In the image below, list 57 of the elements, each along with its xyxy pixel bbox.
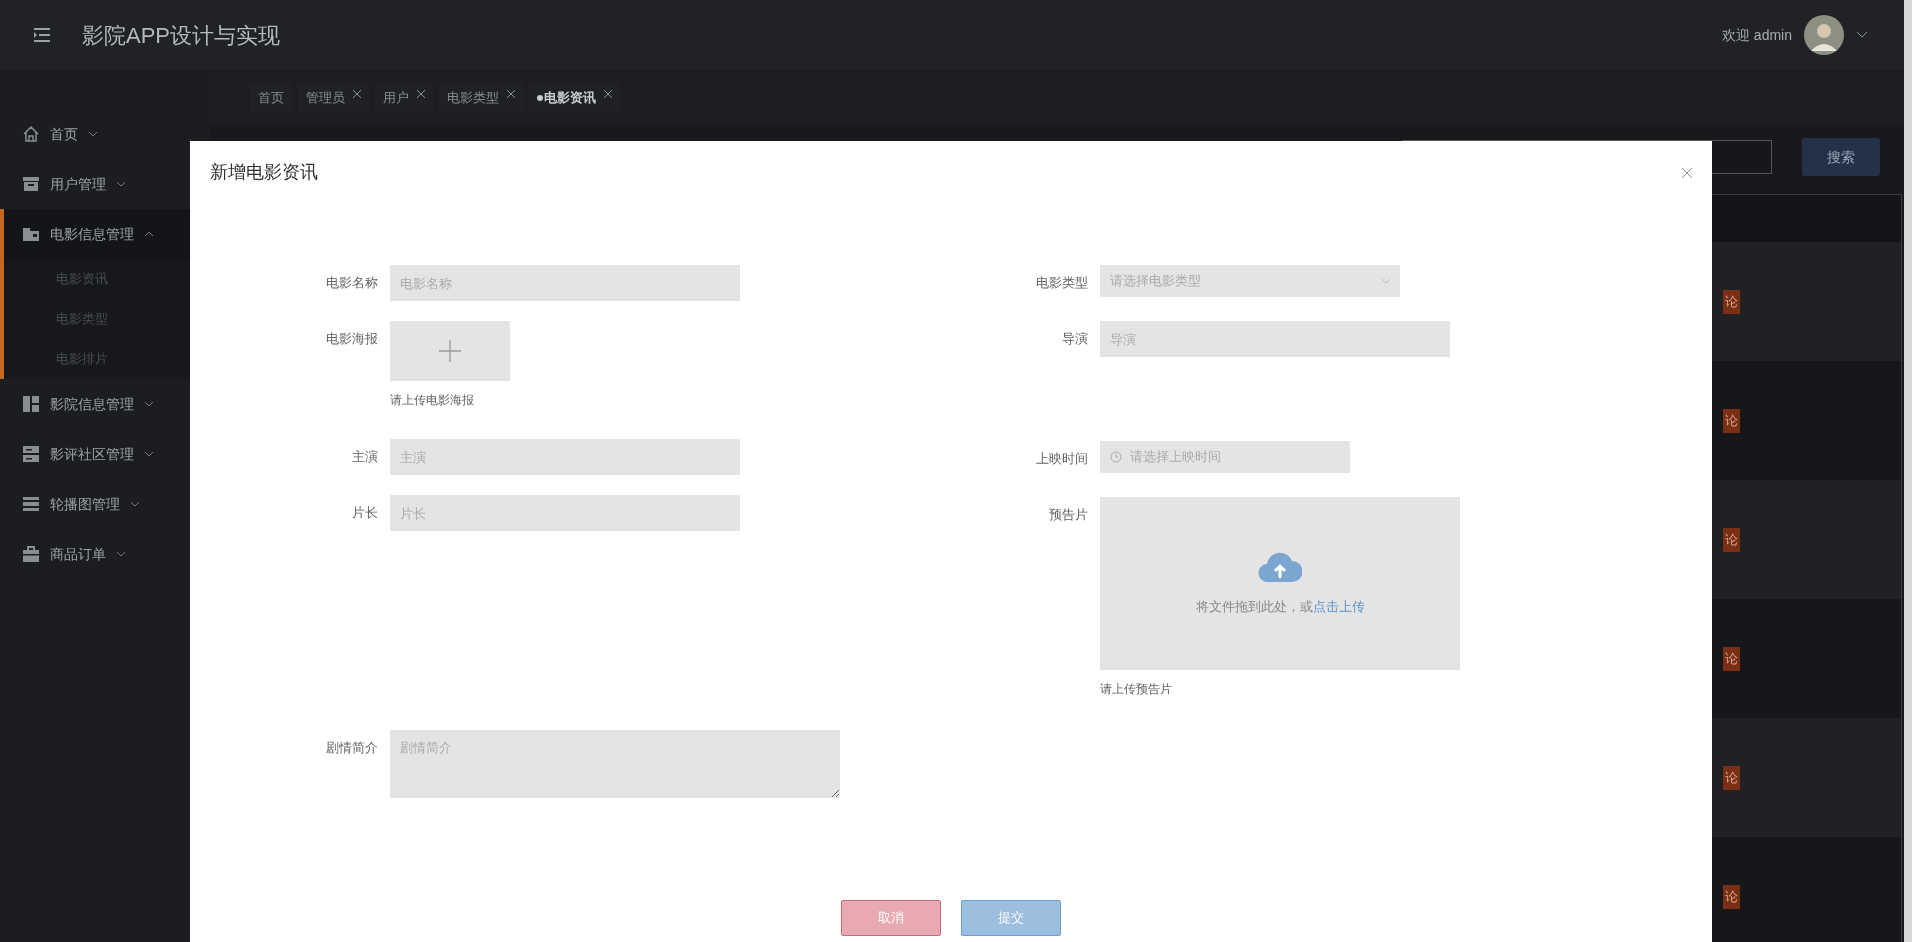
caret-icon (1382, 278, 1390, 284)
menu-item[interactable]: 轮播图管理 (4, 479, 210, 529)
caret-icon (116, 181, 126, 187)
drop-instructions: 将文件拖到此处，或点击上传 (1195, 597, 1365, 616)
close-icon[interactable] (507, 89, 515, 98)
list-icon (22, 495, 40, 513)
upload-hint: 请上传预告片 (1100, 681, 1173, 698)
menu-item[interactable]: 商品订单 (4, 529, 210, 579)
field-label: 导演 (1061, 330, 1089, 348)
close-icon[interactable] (353, 89, 361, 98)
menu-item[interactable]: 首页 (4, 109, 210, 159)
folder-icon (22, 225, 40, 243)
file-drop-zone[interactable]: 将文件拖到此处，或点击上传 (1100, 497, 1460, 670)
dashboard-icon (22, 395, 40, 413)
close-icon[interactable] (1682, 167, 1692, 178)
field-label: 电影类型 (1035, 274, 1089, 292)
caret-icon (144, 401, 154, 407)
close-icon[interactable] (417, 89, 425, 98)
caret-icon (144, 451, 154, 457)
archive-icon (22, 175, 40, 193)
field-label: 主演 (351, 448, 379, 466)
welcome-text: 欢迎 admin (1721, 25, 1792, 45)
field-label: 电影海报 (325, 330, 379, 348)
menu-item[interactable]: 用户管理 (4, 159, 210, 209)
comment-button[interactable]: 论 (1723, 884, 1740, 909)
home-icon (22, 125, 40, 143)
upload-link[interactable]: 点击上传 (1312, 598, 1365, 614)
upload-hint: 请上传电影海报 (390, 392, 475, 409)
caret-icon (88, 131, 98, 137)
cloud-upload-icon (1258, 550, 1302, 583)
briefcase-icon (22, 545, 40, 563)
comment-button[interactable]: 论 (1723, 765, 1740, 790)
field-label: 上映时间 (1035, 450, 1089, 468)
caret-icon[interactable] (1856, 31, 1868, 39)
server-icon (22, 445, 40, 463)
comment-button[interactable]: 论 (1723, 646, 1740, 671)
menu-item[interactable]: 影院信息管理 (4, 379, 210, 429)
plus-icon (439, 340, 461, 362)
dialog-title: 新增电影资讯 (210, 161, 318, 184)
scrollbar[interactable] (1904, 0, 1912, 942)
field-label: 预告片 (1048, 506, 1089, 524)
field-label: 电影名称 (325, 274, 379, 292)
caret-icon (144, 231, 154, 237)
field-label: 剧情简介 (325, 739, 379, 757)
comment-button[interactable]: 论 (1723, 289, 1740, 314)
caret-icon (116, 551, 126, 557)
search-button[interactable]: 搜索 (1802, 138, 1880, 176)
caret-icon (130, 501, 140, 507)
field-label: 片长 (351, 504, 379, 522)
menu-icon[interactable] (34, 28, 50, 42)
menu-item[interactable]: 影评社区管理 (4, 429, 210, 479)
comment-button[interactable]: 论 (1723, 527, 1740, 552)
close-icon[interactable] (604, 89, 612, 98)
app-title: 影院APP设计与实现 (82, 21, 281, 50)
avatar[interactable] (1804, 15, 1844, 55)
clock-icon (1110, 451, 1122, 463)
comment-button[interactable]: 论 (1723, 408, 1740, 433)
